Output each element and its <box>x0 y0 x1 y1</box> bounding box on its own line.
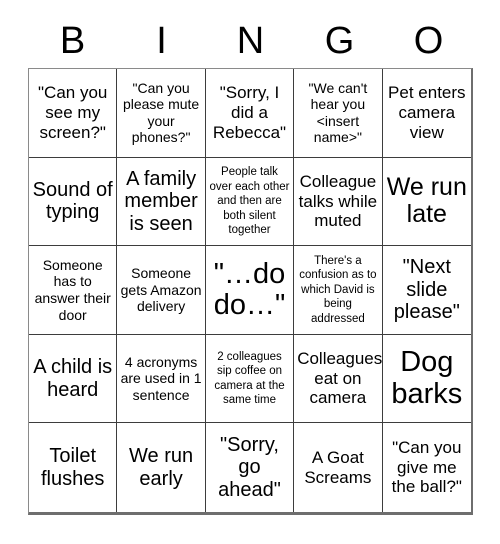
bingo-cell-center[interactable]: "…do do…" <box>205 246 295 335</box>
bingo-cell[interactable]: "We can't hear you <insert name>" <box>294 69 383 158</box>
bingo-cell-label: We run early <box>129 445 194 490</box>
bingo-header-letter-g: G <box>324 20 355 62</box>
bingo-cell[interactable]: Colleagues eat on camera <box>294 334 383 424</box>
bingo-cell-label: Pet enters camera view <box>388 83 466 142</box>
bingo-header-letter-i: I <box>156 20 167 62</box>
bingo-header-letter-o: O <box>413 20 444 62</box>
bingo-cell[interactable]: A family member is seen <box>117 157 206 247</box>
bingo-cell-label: A family member is seen <box>124 167 198 235</box>
bingo-cell-label: Toilet flushes <box>41 445 105 490</box>
bingo-cell[interactable]: Someone has to answer their door <box>29 246 118 335</box>
bingo-cell-label: We run late <box>386 172 467 229</box>
bingo-cell-label: Someone gets Amazon delivery <box>120 265 202 315</box>
bingo-cell[interactable]: A Goat Screams <box>294 423 383 512</box>
bingo-cell-label: Sound of typing <box>32 179 113 224</box>
bingo-cell-label: "Sorry, go ahead" <box>218 434 281 501</box>
bingo-cell[interactable]: "Next slide please" <box>382 246 471 335</box>
bingo-cell[interactable]: "Can you give me the ball?" <box>383 423 471 512</box>
bingo-header: B I N G O <box>28 14 473 68</box>
bingo-cell-label: A child is heard <box>33 356 113 401</box>
bingo-cell-label: Someone has to answer their door <box>34 256 111 323</box>
bingo-cell[interactable]: People talk over each other and then are… <box>205 157 295 247</box>
bingo-cell[interactable]: We run late <box>382 158 471 247</box>
bingo-cell[interactable]: We run early <box>117 423 206 512</box>
bingo-cell[interactable]: "Sorry, go ahead" <box>206 423 295 512</box>
bingo-cell-label: Colleagues eat on camera <box>297 349 383 408</box>
bingo-cell[interactable]: Sound of typing <box>29 157 118 247</box>
bingo-cell[interactable]: "Can you please mute your phones?" <box>117 69 206 158</box>
bingo-cell-label: "Next slide please" <box>393 256 460 324</box>
bingo-header-letter-n: N <box>236 20 265 62</box>
bingo-cell[interactable]: Someone gets Amazon delivery <box>117 246 206 335</box>
bingo-cell-label: A Goat Screams <box>304 448 372 487</box>
bingo-header-letter-b: B <box>59 20 86 62</box>
bingo-cell[interactable]: Pet enters camera view <box>382 69 471 158</box>
bingo-cell[interactable]: Toilet flushes <box>29 423 118 512</box>
bingo-cell[interactable]: 4 acronyms are used in 1 sentence <box>117 334 206 424</box>
bingo-cell-label: "Can you see my screen?" <box>38 83 108 142</box>
bingo-cell-label: 2 colleagues sip coffee on camera at the… <box>214 350 285 406</box>
bingo-cell[interactable]: Colleague talks while muted <box>294 157 383 247</box>
bingo-cell[interactable]: There's a confusion as to which David is… <box>294 246 383 335</box>
bingo-grid: "Can you see my screen?" "Can you please… <box>28 68 473 515</box>
bingo-cell-label: People talk over each other and then are… <box>209 166 290 236</box>
bingo-cell[interactable]: "Can you see my screen?" <box>29 69 118 158</box>
bingo-cell-label: "Can you give me the ball?" <box>391 438 462 497</box>
bingo-card: B I N G O "Can you see my screen?" "Can … <box>0 0 500 544</box>
bingo-cell-label: "…do do…" <box>213 257 286 321</box>
bingo-cell[interactable]: A child is heard <box>29 334 118 424</box>
bingo-cell-label: Colleague talks while muted <box>298 172 378 231</box>
bingo-cell[interactable]: 2 colleagues sip coffee on camera at the… <box>205 334 295 424</box>
bingo-cell-label: Dog barks <box>391 346 463 410</box>
bingo-cell[interactable]: "Sorry, I did a Rebecca" <box>205 69 295 158</box>
bingo-cell-label: "Can you please mute your phones?" <box>122 79 200 146</box>
bingo-cell-label: There's a confusion as to which David is… <box>299 255 377 325</box>
bingo-cell-label: "Sorry, I did a Rebecca" <box>212 83 287 142</box>
bingo-cell[interactable]: Dog barks <box>382 335 471 424</box>
bingo-cell-label: "We can't hear you <insert name>" <box>308 79 368 146</box>
bingo-cell-label: 4 acronyms are used in 1 sentence <box>120 353 202 403</box>
